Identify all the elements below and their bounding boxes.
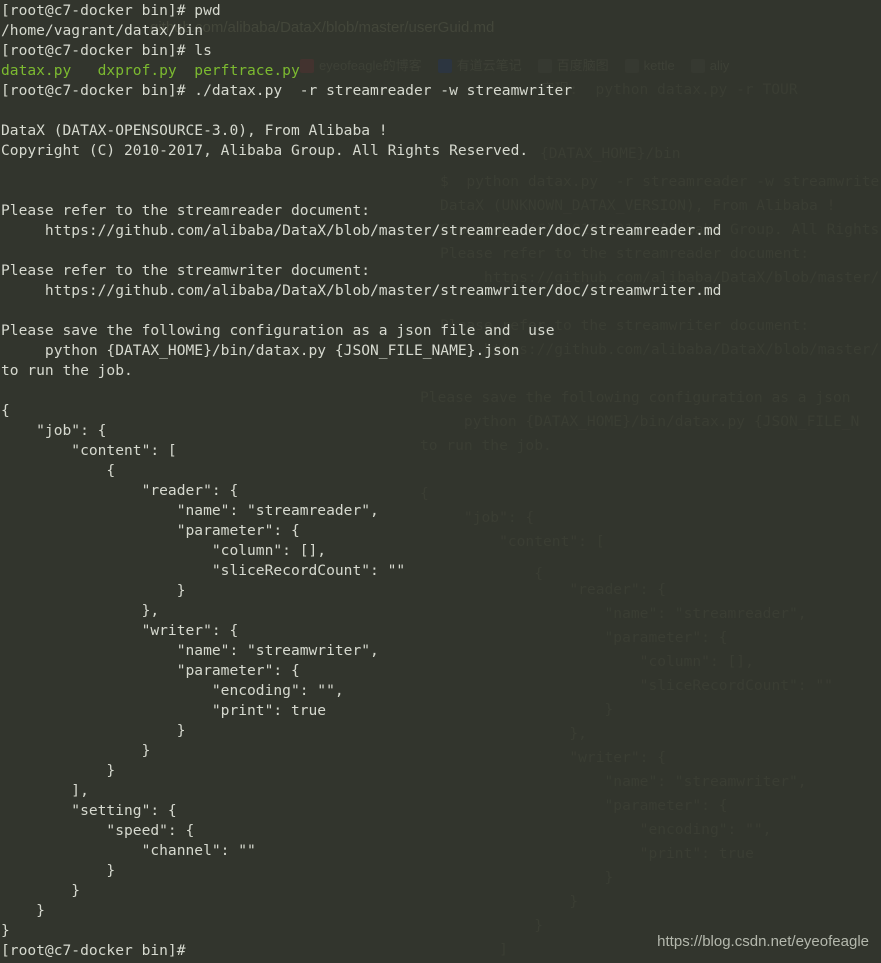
- terminal-line: }: [1, 722, 186, 739]
- terminal-line: "reader": {: [1, 482, 239, 499]
- terminal-line: Please save the following configuration …: [1, 322, 555, 339]
- terminal-line: "column": [],: [1, 542, 327, 559]
- terminal-window: github.com/alibaba/DataX/blob/master/use…: [0, 0, 881, 963]
- terminal-line: "name": "streamwriter",: [1, 642, 379, 659]
- terminal-line: {: [1, 402, 10, 419]
- terminal-line: "print": true: [1, 702, 327, 719]
- terminal-line: "parameter": {: [1, 662, 300, 679]
- terminal-line: "encoding": "",: [1, 682, 344, 699]
- terminal-line: [root@c7-docker bin]# ./datax.py -r stre…: [1, 82, 573, 99]
- terminal-line: "sliceRecordCount": "": [1, 562, 406, 579]
- terminal-line: ],: [1, 782, 89, 799]
- blog-watermark: https://blog.csdn.net/eyeofeagle: [657, 933, 869, 950]
- terminal-line: datax.py dxprof.py perftrace.py: [1, 62, 300, 79]
- terminal-line: "content": [: [1, 442, 177, 459]
- terminal-line: /home/vagrant/datax/bin: [1, 22, 204, 39]
- terminal-line: }: [1, 902, 45, 919]
- terminal-line: to run the job.: [1, 362, 133, 379]
- terminal-line: }: [1, 582, 186, 599]
- terminal-line: [root@c7-docker bin]# pwd: [1, 2, 221, 19]
- terminal-line: }: [1, 742, 151, 759]
- terminal-line: }: [1, 762, 116, 779]
- terminal-output[interactable]: [root@c7-docker bin]# pwd/home/vagrant/d…: [0, 0, 881, 961]
- terminal-line: "name": "streamreader",: [1, 502, 379, 519]
- terminal-line: DataX (DATAX-OPENSOURCE-3.0), From Aliba…: [1, 122, 388, 139]
- terminal-line: }: [1, 862, 116, 879]
- terminal-line: "writer": {: [1, 622, 239, 639]
- terminal-line: "channel": "": [1, 842, 256, 859]
- terminal-line: "parameter": {: [1, 522, 300, 539]
- terminal-line: https://github.com/alibaba/DataX/blob/ma…: [1, 282, 722, 299]
- terminal-line: {: [1, 462, 116, 479]
- terminal-line: Please refer to the streamreader documen…: [1, 202, 371, 219]
- terminal-line: python {DATAX_HOME}/bin/datax.py {JSON_F…: [1, 342, 520, 359]
- terminal-line: }: [1, 882, 81, 899]
- terminal-line: [root@c7-docker bin]# ls: [1, 42, 212, 59]
- terminal-line: "speed": {: [1, 822, 195, 839]
- terminal-line: },: [1, 602, 160, 619]
- terminal-line: "job": {: [1, 422, 107, 439]
- terminal-line: Copyright (C) 2010-2017, Alibaba Group. …: [1, 142, 529, 159]
- terminal-line: Please refer to the streamwriter documen…: [1, 262, 371, 279]
- terminal-line: https://github.com/alibaba/DataX/blob/ma…: [1, 222, 722, 239]
- terminal-line: "setting": {: [1, 802, 177, 819]
